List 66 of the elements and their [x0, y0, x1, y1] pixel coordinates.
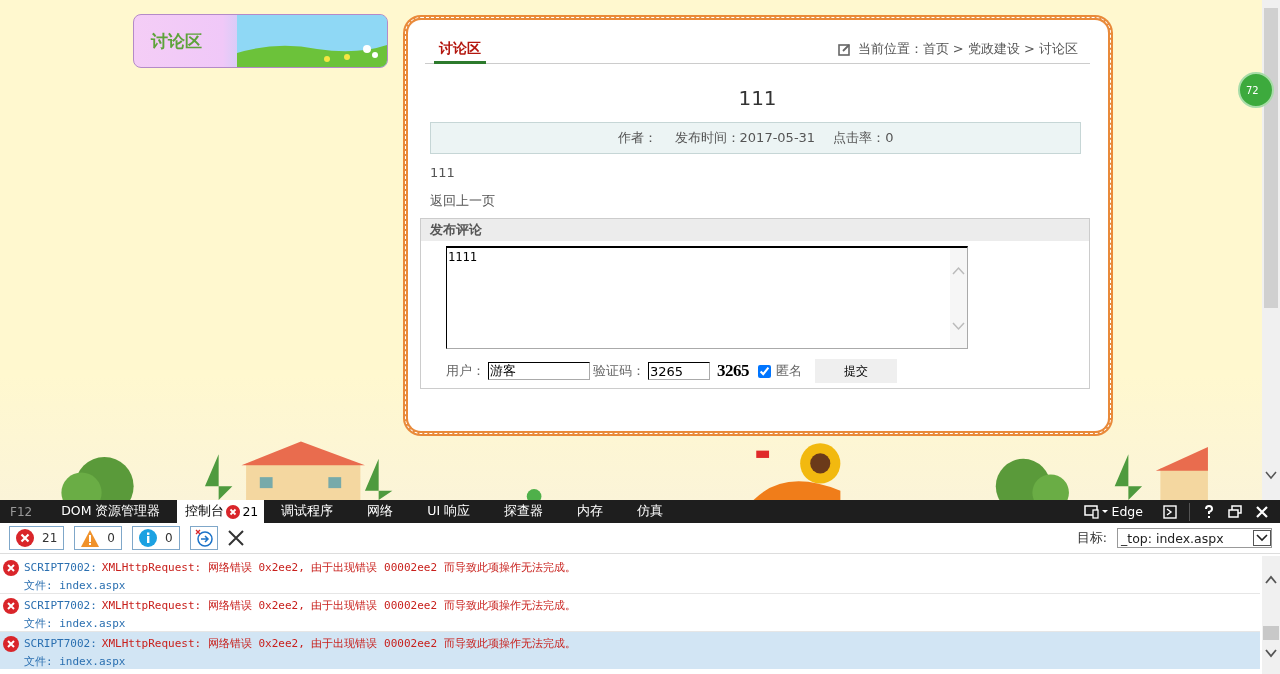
error-code: SCRIPT7002: [24, 599, 97, 612]
warning-icon [81, 529, 100, 547]
error-icon [3, 597, 19, 614]
breadcrumb: 当前位置：首页 > 党政建设 > 讨论区 [857, 40, 1078, 58]
console-icon[interactable] [1163, 504, 1177, 519]
close-icon[interactable] [1256, 505, 1268, 518]
meta-text: 作者： [617, 129, 657, 147]
devtools-tab[interactable]: 探查器 [487, 500, 561, 523]
devtools-tab[interactable]: 控制台 21 [177, 500, 265, 523]
section-tab[interactable]: 讨论区 [434, 40, 486, 64]
captcha-label: 验证码： [593, 362, 645, 380]
console-message[interactable]: SCRIPT7002: XMLHttpRequest: 网络错误 0x2ee2, 由于出现错误 00002ee2 而导致此项操作无法完成。 文件: index.aspx [0, 556, 1260, 594]
target-dropdown[interactable]: _top: index.aspx [1117, 528, 1272, 548]
clear-icon[interactable] [227, 530, 244, 546]
textarea-scrollbar[interactable] [950, 248, 967, 348]
devtools-tab[interactable]: 调试程序 [264, 500, 351, 523]
file-link[interactable]: 文件: index.aspx [24, 615, 126, 631]
submit-button[interactable]: 提交 [815, 359, 897, 383]
undock-icon[interactable] [1228, 505, 1242, 518]
devtools-tab[interactable]: 网络 [350, 500, 411, 523]
comment-heading: 发布评论 [421, 219, 1089, 241]
help-icon[interactable] [1204, 504, 1214, 519]
navigate-icon [194, 529, 213, 547]
user-input[interactable]: 游客 [488, 362, 590, 380]
edit-icon [837, 42, 851, 56]
browser-mode[interactable]: Edge [1111, 504, 1143, 519]
error-message: XMLHttpRequest: 网络错误 0x2ee2, 由于出现错误 00002ee2 而导致此项操作无法完成。 [101, 636, 576, 651]
captcha-image: 3265 [717, 361, 749, 381]
meta-text: 发布时间：2017-05-31 [674, 129, 816, 147]
console-scrollbar[interactable] [1262, 556, 1280, 674]
filter-button[interactable]: 21 [9, 526, 65, 550]
meta-text: 点击率：0 [833, 129, 894, 147]
target-label: 目标: [1076, 529, 1107, 547]
devtools-tab[interactable]: UI 响应 [410, 500, 488, 523]
clear-on-navigate-button[interactable] [189, 526, 218, 550]
filter-button[interactable]: 0 [74, 526, 122, 550]
error-message: XMLHttpRequest: 网络错误 0x2ee2, 由于出现错误 00002ee2 而导致此项操作无法完成。 [101, 560, 576, 575]
devtools-tab[interactable]: DOM 资源管理器 [44, 500, 178, 523]
devtools-tab[interactable]: 仿真 [620, 500, 681, 523]
error-code: SCRIPT7002: [24, 637, 97, 650]
error-message: XMLHttpRequest: 网络错误 0x2ee2, 由于出现错误 00002ee2 而导致此项操作无法完成。 [101, 598, 576, 613]
comment-textarea[interactable]: 1111 [446, 246, 968, 349]
error-icon [226, 504, 241, 519]
console-message[interactable]: SCRIPT7002: XMLHttpRequest: 网络错误 0x2ee2, 由于出现错误 00002ee2 而导致此项操作无法完成。 文件: index.aspx [0, 632, 1260, 670]
error-count: 21 [242, 504, 259, 519]
error-icon [16, 529, 34, 547]
chevron-down-icon [1253, 530, 1271, 546]
f12-label: F12 [10, 504, 33, 519]
error-icon [3, 559, 19, 576]
user-label: 用户： [446, 362, 485, 380]
banner-title: 讨论区 [149, 29, 202, 53]
filter-button[interactable]: 0 [131, 526, 180, 550]
article-body: 111 [430, 165, 456, 180]
anonymous-checkbox[interactable] [758, 364, 771, 378]
error-icon [3, 635, 19, 652]
devtools-tab[interactable]: 内存 [560, 500, 621, 523]
page-scrollbar[interactable] [1262, 0, 1280, 500]
captcha-input[interactable]: 3265 [648, 362, 710, 380]
file-link[interactable]: 文件: index.aspx [24, 653, 126, 669]
back-link[interactable]: 返回上一页 [430, 192, 1090, 210]
device-icon[interactable] [1083, 504, 1108, 519]
file-link[interactable]: 文件: index.aspx [24, 577, 126, 593]
info-icon [138, 529, 157, 547]
error-code: SCRIPT7002: [24, 561, 97, 574]
anonymous-label: 匿名 [776, 362, 802, 380]
article-title: 111 [737, 86, 778, 110]
